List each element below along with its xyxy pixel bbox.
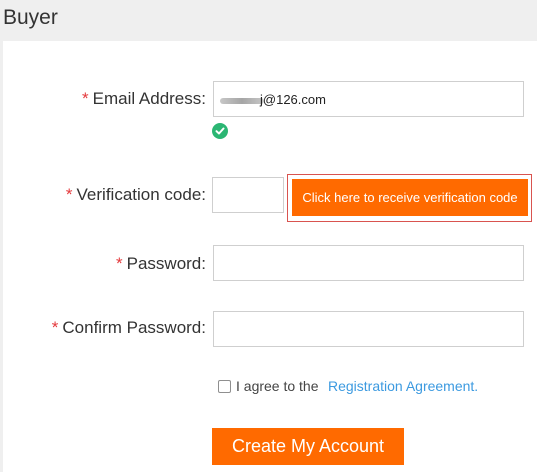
registration-agreement-link[interactable]: Registration Agreement.: [328, 378, 478, 394]
password-label: * Password:: [116, 254, 206, 274]
email-label-text: Email Address:: [92, 89, 206, 108]
verification-code-input[interactable]: [212, 177, 284, 213]
receive-verification-code-button[interactable]: Click here to receive verification code: [292, 179, 528, 216]
confirm-password-label: * Confirm Password:: [52, 318, 206, 338]
required-mark: *: [81, 89, 89, 108]
required-mark: *: [116, 254, 123, 273]
confirm-password-label-text: Confirm Password:: [62, 318, 206, 337]
check-circle-icon: [212, 123, 228, 139]
create-account-button[interactable]: Create My Account: [212, 428, 404, 465]
page-title: Buyer: [3, 6, 58, 29]
agreement-checkbox[interactable]: [218, 380, 231, 393]
email-label: * Email Address:: [82, 89, 206, 109]
confirm-password-input[interactable]: [213, 311, 524, 347]
verification-code-label: * Verification code:: [66, 185, 206, 205]
left-frame-border: [0, 41, 3, 472]
redacted-text: [220, 98, 264, 104]
agreement-text: I agree to the: [236, 378, 319, 394]
email-field[interactable]: j@126.com: [213, 81, 524, 117]
password-label-text: Password:: [126, 254, 206, 273]
page-header: Buyer: [0, 0, 537, 41]
password-input[interactable]: [213, 245, 524, 281]
verification-code-label-text: Verification code:: [76, 185, 206, 204]
required-mark: *: [51, 318, 59, 337]
required-mark: *: [65, 185, 73, 204]
email-field-value: j@126.com: [260, 92, 326, 107]
